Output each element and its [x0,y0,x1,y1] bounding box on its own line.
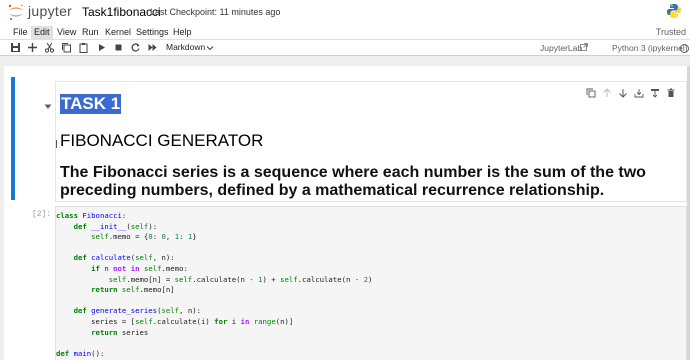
description-paragraph: The Fibonacci series is a sequence where… [60,164,646,199]
menu-kernel[interactable]: Kernel [102,26,134,39]
code-line: series = [self.calculate(i) for i in ran… [56,316,294,326]
execution-count: [2]: [32,210,52,219]
heading-task: TASK 1 [60,94,122,114]
stop-icon[interactable] [113,42,124,53]
run-icon[interactable] [96,42,107,53]
external-link-icon[interactable] [580,43,588,51]
merge-icon[interactable] [650,88,660,98]
menu-settings[interactable]: Settings [133,26,172,39]
code-line: def generate_series(self, n): [73,306,202,316]
code-line: class Fibonacci: [56,211,127,220]
last-checkpoint: Last Checkpoint: 11 minutes ago [150,7,281,17]
save-icon[interactable] [10,42,21,53]
heading-fibonacci-generator: FIBONACCI GENERATOR [60,131,264,150]
top-header: jupyter Task1fibonacci Last Checkpoint: … [0,0,690,24]
code-line: ​ [56,243,372,254]
code-line: def __init__(self): [73,221,158,231]
code-line: return series [91,327,149,337]
python-logo-icon [667,4,681,18]
cell-toolbar [586,88,676,100]
insert-below-icon[interactable] [634,88,644,98]
notebook-toolbar: Markdown JupyterLab Python 3 (ipykernel) [0,40,690,56]
notebook-title[interactable]: Task1fibonacci [82,5,161,19]
duplicate-icon[interactable] [586,88,596,98]
copy-icon[interactable] [61,42,72,53]
code-line: def main(): [56,348,105,358]
code-line: self.memo[n] = self.calculate(n - 1) + s… [108,274,373,284]
delete-icon[interactable] [666,88,676,98]
move-down-icon[interactable] [618,88,628,98]
open-jupyterlab-link[interactable]: JupyterLab [540,43,582,53]
restart-icon[interactable] [130,42,141,53]
code-line: def calculate(self, n): [73,253,175,263]
code-cell[interactable]: class Fibonacci: def __init__(self): sel… [55,206,687,360]
kernel-status-icon [680,44,689,53]
move-up-icon[interactable] [602,88,612,98]
code-line: return self.memo[n] [91,285,175,295]
menu-file[interactable]: File [10,26,31,39]
jupyter-logo-icon[interactable] [7,3,25,21]
trusted-indicator[interactable]: Trusted [656,27,686,37]
notebook-panel[interactable]: TASK 1 FIBONACCI GENERATOR The Fibonacci… [4,66,690,360]
menu-run[interactable]: Run [79,26,102,39]
markdown-cell[interactable]: TASK 1 FIBONACCI GENERATOR The Fibonacci… [8,76,687,204]
markdown-editor[interactable]: TASK 1 FIBONACCI GENERATOR The Fibonacci… [55,81,687,202]
chevron-down-icon[interactable] [206,44,214,52]
active-cell-indicator [11,77,15,200]
menu-bar: File Edit View Run Kernel Settings Help … [0,24,690,40]
kernel-name[interactable]: Python 3 (ipykernel) [612,43,688,53]
code-line: if n not in self.memo: [91,263,188,273]
collapse-chevron-icon[interactable] [44,104,52,110]
cut-icon[interactable] [44,42,55,53]
paste-icon[interactable] [78,42,89,53]
menu-view[interactable]: View [54,26,79,39]
code-line: self.memo = {0: 0, 1: 1} [91,232,197,242]
cell-type-select[interactable]: Markdown [166,42,205,52]
restart-run-all-icon[interactable] [147,42,158,53]
menu-help[interactable]: Help [170,26,195,39]
jupyter-wordmark: jupyter [28,3,73,19]
text-cursor [56,140,58,148]
code-line: ​ [56,296,372,307]
code-editor[interactable]: class Fibonacci: def __init__(self): sel… [56,211,372,359]
menu-edit[interactable]: Edit [31,26,53,39]
add-cell-icon[interactable] [27,42,38,53]
code-line: ​ [56,338,372,349]
